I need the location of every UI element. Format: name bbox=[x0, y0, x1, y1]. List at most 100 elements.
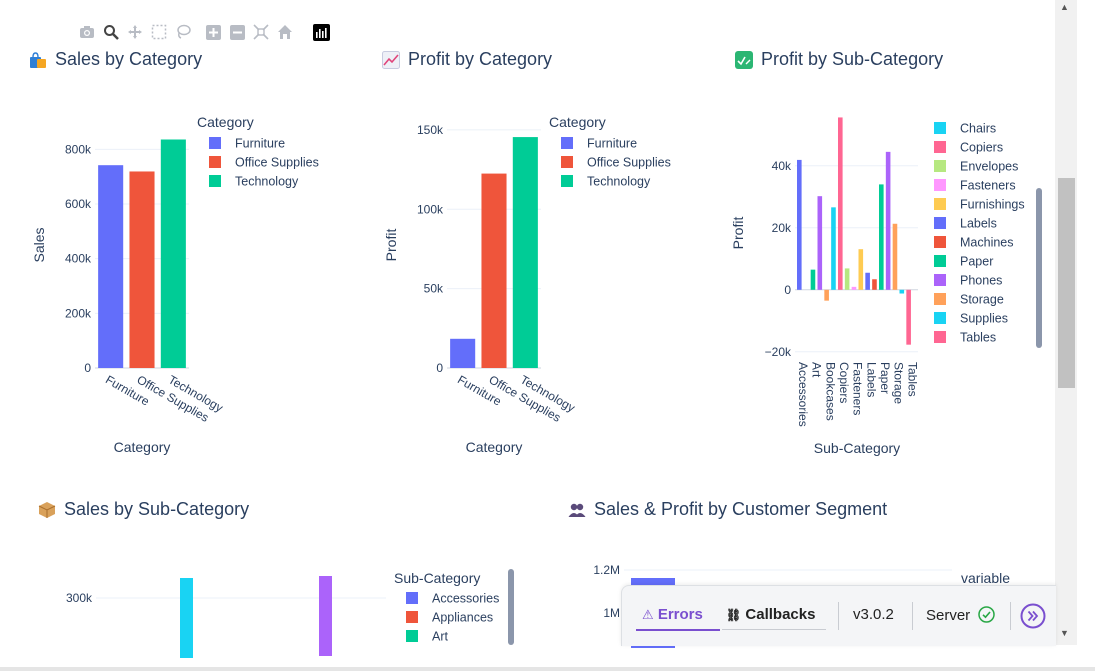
legend-swatch bbox=[934, 198, 946, 210]
legend-title: Category bbox=[549, 114, 606, 130]
separator bbox=[1010, 602, 1011, 630]
legend-label: Art bbox=[432, 630, 449, 644]
x-axis-label: Category bbox=[114, 439, 171, 455]
bar bbox=[129, 171, 155, 368]
y-axis-label: Profit bbox=[730, 217, 746, 250]
y-axis-label: Profit bbox=[383, 229, 399, 262]
bar bbox=[858, 249, 864, 290]
legend-swatch bbox=[934, 160, 946, 172]
legend-swatch bbox=[934, 331, 946, 343]
x-tick-label: Tables bbox=[905, 362, 919, 397]
x-tick-label: Accessories bbox=[796, 362, 810, 427]
dash-devtools-bar: ⚠ Errors ⛓ Callbacks v3.0.2 Server bbox=[621, 585, 1056, 646]
bar bbox=[319, 576, 332, 656]
scroll-up-icon[interactable]: ▲ bbox=[1060, 2, 1069, 12]
callbacks-tab-underline bbox=[722, 629, 826, 630]
legend-swatch bbox=[406, 592, 418, 604]
bar bbox=[885, 151, 891, 290]
bar bbox=[180, 578, 193, 658]
legend-swatch bbox=[406, 630, 418, 642]
x-tick-label: Art bbox=[810, 362, 824, 378]
legend-swatch bbox=[934, 141, 946, 153]
x-tick-label: Storage bbox=[892, 362, 906, 404]
y-tick-label: 40k bbox=[772, 159, 792, 173]
legend-label: Furniture bbox=[587, 137, 637, 151]
check-circle-icon bbox=[978, 606, 996, 627]
legend-label: Phones bbox=[960, 274, 1002, 288]
bar bbox=[844, 268, 850, 290]
legend-label: Envelopes bbox=[960, 160, 1018, 174]
errors-tab[interactable]: ⚠ Errors bbox=[642, 606, 703, 623]
bar bbox=[512, 137, 538, 368]
legend-label: Machines bbox=[960, 236, 1014, 250]
bar bbox=[899, 289, 905, 294]
callbacks-tab[interactable]: ⛓ Callbacks bbox=[726, 606, 815, 623]
legend-label: Copiers bbox=[960, 141, 1003, 155]
legend-label: Chairs bbox=[960, 122, 996, 136]
legend-swatch bbox=[934, 255, 946, 267]
legend-swatch bbox=[209, 156, 221, 168]
bar bbox=[810, 269, 816, 290]
bar bbox=[906, 289, 911, 345]
server-status[interactable]: Server bbox=[926, 606, 996, 627]
bar bbox=[838, 117, 843, 290]
legend-label: Furniture bbox=[235, 137, 285, 151]
bar bbox=[879, 184, 884, 290]
x-tick-label: Fasteners bbox=[851, 362, 865, 415]
legend-label: Fasteners bbox=[960, 179, 1016, 193]
bar bbox=[851, 286, 857, 290]
legend-scrollbar bbox=[1036, 188, 1042, 348]
errors-tab-underline bbox=[636, 629, 720, 631]
legend-swatch bbox=[934, 293, 946, 305]
bar bbox=[872, 279, 877, 290]
y-tick-label: 300k bbox=[66, 591, 93, 605]
legend-swatch bbox=[934, 179, 946, 191]
y-tick-label: 0 bbox=[784, 283, 791, 297]
legend-swatch bbox=[561, 156, 573, 168]
legend-swatch bbox=[406, 611, 418, 623]
legend-scrollbar bbox=[508, 569, 514, 645]
bar bbox=[160, 139, 186, 368]
legend-label: Appliances bbox=[432, 611, 493, 625]
charts-canvas: 0 200k 400k 600k 800k Furniture Office Supplie… bbox=[31, 114, 1042, 658]
legend-label: Office Supplies bbox=[587, 156, 671, 170]
version-label: v3.0.2 bbox=[853, 606, 894, 623]
legend-swatch bbox=[934, 312, 946, 324]
legend-swatch bbox=[934, 217, 946, 229]
legend-label: Technology bbox=[235, 175, 299, 189]
legend-title: variable bbox=[961, 570, 1010, 586]
legend-swatch bbox=[561, 137, 573, 149]
y-tick-label: 600k bbox=[65, 197, 92, 211]
legend-label: Paper bbox=[960, 255, 993, 269]
legend-swatch bbox=[561, 175, 573, 187]
bar bbox=[865, 272, 870, 290]
errors-label: Errors bbox=[657, 606, 703, 623]
legend-label: Supplies bbox=[960, 312, 1008, 326]
y-tick-label: 20k bbox=[772, 221, 792, 235]
scroll-down-icon[interactable]: ▼ bbox=[1060, 628, 1069, 638]
legend-swatch bbox=[209, 137, 221, 149]
y-tick-label: 100k bbox=[417, 202, 444, 216]
y-tick-label: 800k bbox=[65, 142, 92, 156]
separator bbox=[912, 602, 913, 630]
callbacks-label: Callbacks bbox=[745, 606, 816, 623]
bar bbox=[98, 165, 124, 368]
double-chevron-right-icon bbox=[1020, 603, 1046, 629]
y-tick-label: −20k bbox=[765, 345, 792, 359]
y-tick-label: 50k bbox=[424, 282, 444, 296]
bar bbox=[481, 173, 507, 368]
page-scrollbar-thumb[interactable] bbox=[1058, 178, 1075, 388]
collapse-devtools-button[interactable] bbox=[1020, 603, 1046, 634]
separator bbox=[838, 602, 839, 630]
y-tick-label: 150k bbox=[417, 123, 444, 137]
y-axis-label: Sales bbox=[31, 227, 47, 262]
warning-icon: ⚠ bbox=[642, 607, 654, 622]
x-tick-label: Paper bbox=[878, 362, 892, 394]
bar bbox=[797, 159, 802, 290]
legend-swatch bbox=[934, 236, 946, 248]
legend-label: Office Supplies bbox=[235, 156, 319, 170]
y-tick-label: 1.2M bbox=[593, 563, 620, 577]
bar bbox=[831, 207, 836, 290]
x-axis-label: Category bbox=[466, 439, 523, 455]
y-tick-label: 200k bbox=[65, 306, 92, 320]
